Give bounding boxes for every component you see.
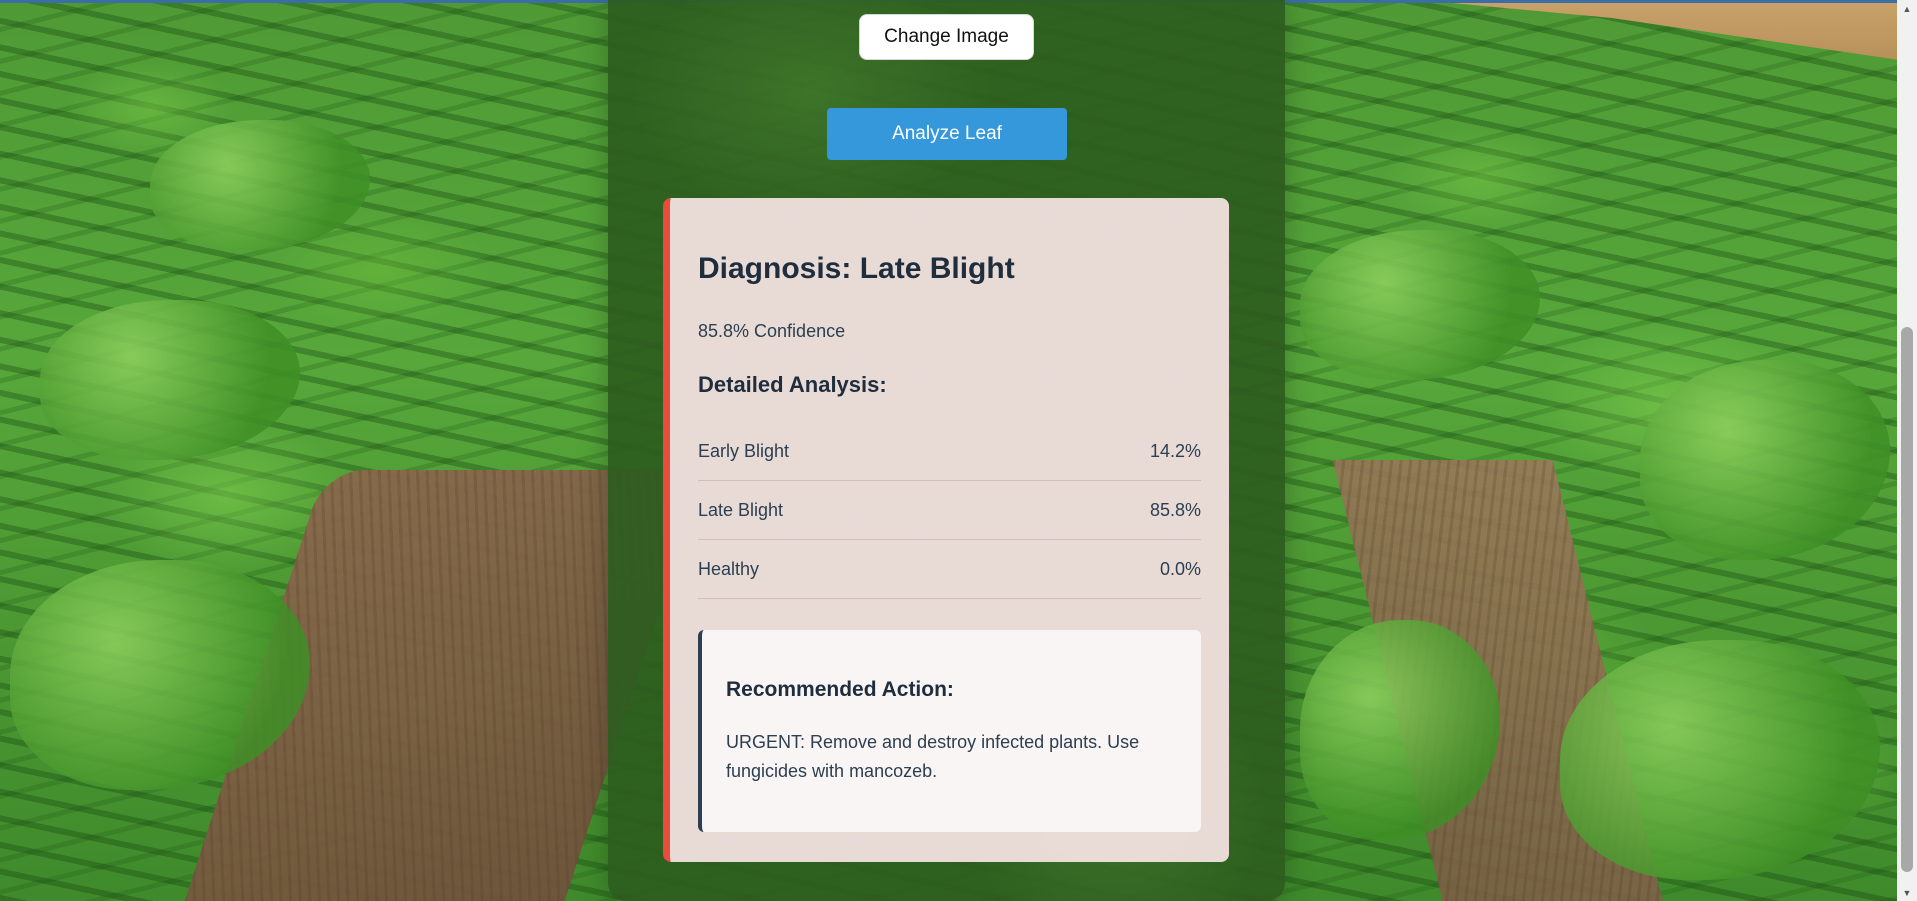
scrollbar-thumb[interactable]: [1901, 327, 1913, 872]
vertical-scrollbar[interactable]: ▲ ▼: [1897, 0, 1917, 901]
leaf-cluster: [150, 120, 370, 250]
leaf-cluster: [40, 300, 300, 460]
wheat-strip: [1420, 0, 1897, 60]
recommended-action-heading: Recommended Action:: [726, 678, 954, 701]
leaf-cluster: [1300, 230, 1540, 380]
leaf-cluster: [1560, 640, 1880, 880]
probability-label: Healthy: [698, 558, 760, 579]
confidence-text: 85.8% Confidence: [698, 321, 846, 341]
leaf-cluster: [1640, 360, 1890, 560]
diagnosis-card: Diagnosis: Late Blight 85.8% Confidence …: [663, 198, 1229, 862]
probability-list: Early Blight 14.2% Late Blight 85.8% Hea…: [698, 422, 1201, 599]
probability-row-late-blight: Late Blight 85.8%: [698, 481, 1201, 540]
change-image-button[interactable]: Change Image: [859, 14, 1034, 60]
probability-value: 14.2%: [1149, 440, 1201, 461]
probability-row-early-blight: Early Blight 14.2%: [698, 422, 1201, 481]
detailed-analysis-heading: Detailed Analysis:: [698, 372, 887, 397]
analyze-leaf-button[interactable]: Analyze Leaf: [827, 108, 1067, 160]
probability-label: Early Blight: [698, 440, 790, 461]
diagnosis-title: Diagnosis: Late Blight: [698, 252, 1015, 285]
recommended-action-box: Recommended Action: URGENT: Remove and d…: [698, 630, 1201, 832]
probability-value: 0.0%: [1159, 558, 1201, 579]
probability-row-healthy: Healthy 0.0%: [698, 540, 1201, 599]
chevron-up-icon[interactable]: ▲: [1897, 0, 1917, 17]
probability-value: 85.8%: [1149, 499, 1201, 520]
chevron-down-icon[interactable]: ▼: [1897, 884, 1917, 901]
recommended-action-text: URGENT: Remove and destroy infected plan…: [726, 732, 1140, 781]
main-panel: Change Image Analyze Leaf Diagnosis: Lat…: [608, 0, 1285, 901]
probability-label: Late Blight: [698, 499, 784, 520]
